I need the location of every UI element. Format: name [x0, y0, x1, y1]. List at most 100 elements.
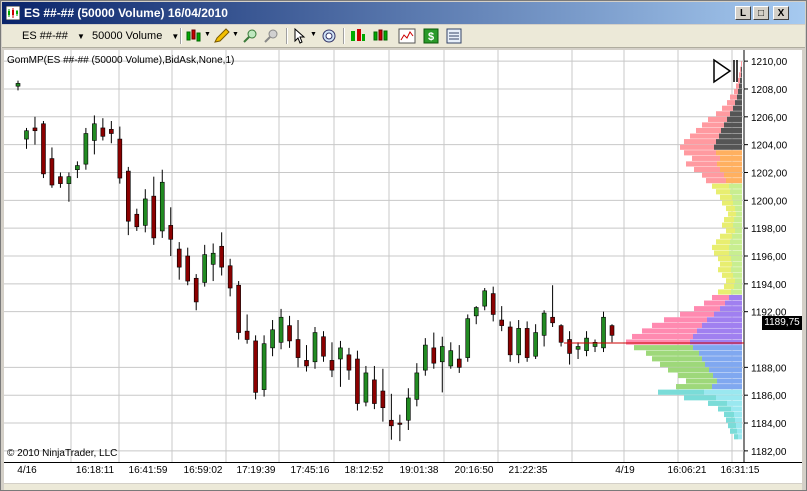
- instrument-selector[interactable]: ES ##-## ▼: [22, 28, 85, 44]
- candle-body: [567, 339, 572, 354]
- toolbar-separator: [180, 28, 182, 44]
- volume-profile-bar: [690, 339, 742, 345]
- volume-profile-bar: [735, 205, 742, 212]
- candle-body: [193, 277, 199, 303]
- strategies-icon[interactable]: [373, 28, 391, 44]
- period-selector[interactable]: 50000 Volume ▼: [92, 28, 179, 44]
- volume-profile-bar: [735, 417, 742, 423]
- period-label: 50000 Volume: [92, 30, 163, 42]
- volume-profile-bar: [738, 77, 740, 84]
- volume-profile-bar: [739, 72, 741, 78]
- chart-window: ES ##-## (50000 Volume) 16/04/2010 L □ X…: [0, 0, 807, 491]
- price-chart[interactable]: 1210,00 1208,00 1206,00 1204,00 1202,00 1200,…: [4, 50, 802, 462]
- candle-body: [355, 358, 360, 404]
- play-icon[interactable]: [712, 58, 738, 84]
- volume-profile-bar: [668, 367, 709, 373]
- volume-profile-bar: [733, 222, 742, 228]
- candle-body: [83, 133, 89, 165]
- chart-panel[interactable]: 1210,00 1208,00 1206,00 1204,00 1202,00 1200,…: [4, 50, 802, 462]
- volume-profile-bar: [724, 217, 734, 223]
- volume-profile-bar: [736, 83, 739, 89]
- candle-body: [210, 252, 216, 265]
- time-tick-label: 17:19:39: [236, 465, 276, 476]
- candle-body: [261, 343, 267, 390]
- volume-profile-bar: [733, 105, 742, 111]
- candle-body: [92, 123, 97, 141]
- volume-profile-bar: [734, 411, 742, 418]
- volume-profile-bar: [738, 88, 742, 95]
- candle-body: [134, 213, 140, 228]
- close-button[interactable]: X: [773, 6, 789, 20]
- candle-body: [142, 198, 148, 226]
- candle-body: [75, 165, 80, 171]
- candle-body: [295, 339, 301, 358]
- time-tick-label: 18:12:52: [344, 465, 384, 476]
- volume-profile-bar: [708, 400, 727, 406]
- volume-profile-bar: [731, 289, 742, 295]
- volume-profile-bar: [724, 411, 734, 418]
- volume-profile-bar: [714, 311, 742, 317]
- candle-body: [41, 123, 46, 175]
- window-title: ES ##-## (50000 Volume) 16/04/2010: [24, 6, 228, 20]
- volume-profile-bar: [740, 77, 742, 84]
- volume-profile-bar: [704, 300, 725, 306]
- volume-profile-bar: [720, 261, 732, 267]
- candle-body: [499, 319, 504, 326]
- price-tick-label: 1208,00: [751, 85, 788, 96]
- volume-profile-bar: [709, 367, 742, 373]
- volume-profile-bar: [735, 278, 742, 284]
- volume-profile-bar: [734, 283, 742, 290]
- zoom-out-icon[interactable]: [263, 28, 281, 44]
- zoom-in-icon[interactable]: [242, 28, 260, 44]
- data-box-icon[interactable]: [320, 28, 338, 44]
- candle-body: [185, 255, 191, 282]
- candle-body: [202, 254, 207, 283]
- volume-profile-bar: [718, 267, 731, 273]
- properties-icon[interactable]: [445, 28, 463, 44]
- volume-profile-bar: [730, 428, 737, 434]
- price-tick-label: 1210,00: [751, 57, 788, 68]
- volume-profile-bar: [727, 100, 735, 106]
- bar-type-icon[interactable]: [185, 28, 203, 44]
- candle-body: [389, 419, 394, 427]
- candle-body: [168, 225, 174, 240]
- dollar-icon[interactable]: $: [422, 28, 440, 44]
- candle-body: [473, 307, 479, 317]
- toolbar-separator: [343, 28, 345, 44]
- volume-profile-bar: [634, 345, 693, 351]
- volume-profile-bar: [705, 361, 742, 367]
- cursor-pointer-icon[interactable]: [292, 28, 310, 44]
- candle-body: [278, 316, 284, 343]
- candle-body: [380, 390, 386, 409]
- candle-body: [490, 293, 496, 315]
- indicators-icon[interactable]: [398, 28, 416, 44]
- volume-profile-bar: [727, 400, 742, 406]
- volume-profile-bar: [652, 356, 702, 362]
- time-tick-label: 16:41:59: [128, 465, 168, 476]
- volume-profile-bar: [729, 250, 742, 256]
- candle-body: [609, 325, 615, 336]
- volume-profile-bar: [712, 244, 729, 251]
- chart-trader-icon[interactable]: [349, 28, 367, 44]
- candle-body: [270, 329, 275, 349]
- candle-body: [550, 316, 555, 324]
- volume-profile-bar: [708, 116, 727, 122]
- minimize-button[interactable]: L: [735, 6, 751, 20]
- volume-profile-bar: [731, 256, 742, 262]
- time-tick-label: 21:22:35: [508, 465, 548, 476]
- volume-profile-bar: [716, 189, 730, 195]
- volume-profile-bar: [726, 228, 735, 234]
- candle-body: [287, 325, 292, 342]
- maximize-button[interactable]: □: [753, 6, 769, 20]
- drawing-pencil-icon[interactable]: [213, 28, 231, 44]
- chevron-down-icon[interactable]: ▼: [310, 31, 317, 38]
- chevron-down-icon[interactable]: ▼: [232, 31, 239, 38]
- title-bar[interactable]: ES ##-## (50000 Volume) 16/04/2010 L □ X: [2, 2, 805, 24]
- horizontal-scrollbar[interactable]: [4, 484, 802, 490]
- volume-profile-bar: [690, 133, 719, 139]
- chevron-down-icon[interactable]: ▼: [204, 31, 211, 38]
- candle-body: [541, 312, 547, 336]
- time-axis: 4/16 16:18:11 16:41:59 16:59:02 17:19:39 17:4…: [4, 462, 802, 483]
- volume-profile-bar: [726, 417, 735, 423]
- volume-profile-bar: [720, 306, 742, 312]
